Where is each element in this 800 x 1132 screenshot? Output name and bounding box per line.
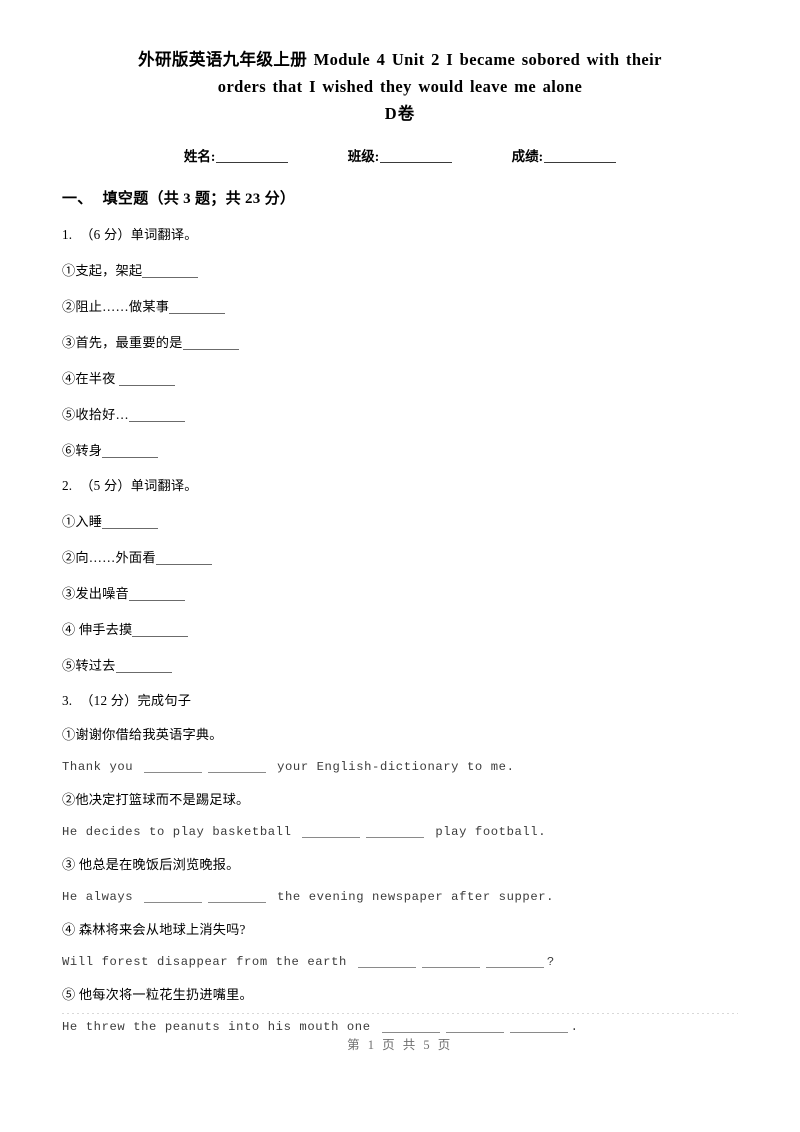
sentence-4-before: Will forest disappear from the earth — [62, 955, 347, 969]
question-1-text: （6 分）单词翻译。 — [80, 227, 198, 242]
question-2-item-3-text: ③发出噪音 — [62, 586, 129, 601]
section-title: 填空题（共 3 题；共 23 分） — [102, 191, 296, 207]
answer-blank[interactable] — [155, 564, 212, 565]
sentence-3-before: He always — [62, 890, 134, 904]
answer-blank[interactable] — [115, 672, 172, 673]
question-3-prompt-2: ②他决定打篮球而不是踢足球。 — [62, 792, 250, 807]
question-3-sentence-5: He threw the peanuts into his mouth one … — [62, 1020, 738, 1034]
score-blank[interactable] — [544, 162, 617, 163]
page-title: 外研版英语九年级上册 Module 4 Unit 2 I became sobo… — [62, 0, 738, 127]
question-1-item-4-text: ④在半夜 — [62, 371, 120, 386]
sentence-3-after: the evening newspaper after supper. — [277, 890, 555, 904]
question-2-item-5: ⑤转过去 — [62, 655, 738, 674]
answer-blank[interactable] — [144, 772, 203, 773]
question-3-prompt-3: ③ 他总是在晚饭后浏览晚报。 — [62, 857, 240, 872]
question-2-text: （5 分）单词翻译。 — [80, 478, 198, 493]
question-3-prompt-4: ④ 森林将来会从地球上消失吗? — [62, 922, 246, 937]
question-1-item-6-text: ⑥转身 — [62, 443, 103, 458]
class-field[interactable]: 班级: — [348, 145, 453, 165]
sentence-5-before: He threw the peanuts into his mouth one — [62, 1020, 371, 1034]
question-3: 3. （12 分）完成句子 ①谢谢你借给我英语字典。 Thank you your… — [62, 690, 738, 1034]
question-3-prompt-1: ①谢谢你借给我英语字典。 — [62, 727, 223, 742]
question-1-item-5: ⑤收拾好… — [62, 404, 738, 423]
question-1-item-2-text: ②阻止……做某事 — [62, 299, 170, 314]
answer-blank[interactable] — [182, 349, 239, 350]
question-list: 1. （6 分）单词翻译。 ①支起，架起 ②阻止……做某事 ③首先，最重要的是 ④… — [62, 224, 738, 1034]
score-label: 成绩: — [511, 149, 544, 164]
name-blank[interactable] — [216, 162, 289, 163]
sentence-5-after: . — [570, 1020, 579, 1034]
question-1-number: 1. — [62, 227, 73, 242]
answer-blank[interactable] — [485, 967, 544, 968]
page-title-line-2: orders that I wished they would leave me… — [217, 77, 583, 96]
question-2-item-4-text: ④ 伸手去摸 — [62, 622, 133, 637]
question-3-sentence-3: He always the evening newspaper after su… — [62, 890, 738, 904]
page-title-line-3: D卷 — [384, 104, 416, 123]
question-2-stem: 2. （5 分）单词翻译。 — [62, 475, 738, 494]
question-1-item-1: ①支起，架起 — [62, 260, 738, 279]
answer-blank[interactable] — [509, 1032, 568, 1033]
question-3-prompt-5: ⑤ 他每次将一粒花生扔进嘴里。 — [62, 987, 253, 1002]
answer-blank[interactable] — [128, 600, 185, 601]
question-3-number: 3. — [62, 693, 73, 708]
footer-divider — [62, 1013, 738, 1014]
student-info-bar: 姓名: 班级: 成绩: — [62, 145, 738, 165]
question-3-text: （12 分）完成句子 — [80, 693, 192, 708]
sentence-2-before: He decides to play basketball — [62, 825, 292, 839]
answer-blank[interactable] — [421, 967, 480, 968]
sentence-1-after: your English-dictionary to me. — [277, 760, 515, 774]
question-1: 1. （6 分）单词翻译。 ①支起，架起 ②阻止……做某事 ③首先，最重要的是 ④… — [62, 224, 738, 459]
question-1-item-3-text: ③首先，最重要的是 — [62, 335, 183, 350]
sentence-1-before: Thank you — [62, 760, 134, 774]
answer-blank[interactable] — [119, 385, 176, 386]
sentence-2-after: play football. — [435, 825, 547, 839]
score-field[interactable]: 成绩: — [512, 145, 617, 165]
answer-blank[interactable] — [357, 967, 416, 968]
question-1-item-2: ②阻止……做某事 — [62, 296, 738, 315]
question-3-sentence-1: Thank you your English-dictionary to me. — [62, 760, 738, 774]
class-label: 班级: — [347, 149, 380, 164]
answer-blank[interactable] — [208, 902, 267, 903]
question-3-sentence-2: He decides to play basketball play footb… — [62, 825, 738, 839]
sentence-4-after: ? — [546, 955, 555, 969]
answer-blank[interactable] — [208, 772, 267, 773]
class-blank[interactable] — [380, 162, 453, 163]
section-heading: 一、 填空题（共 3 题；共 23 分） — [62, 187, 738, 208]
question-1-stem: 1. （6 分）单词翻译。 — [62, 224, 738, 243]
answer-blank[interactable] — [302, 837, 361, 838]
question-2-number: 2. — [62, 478, 73, 493]
answer-blank[interactable] — [128, 421, 185, 422]
section-number: 一、 — [62, 191, 93, 207]
answer-blank[interactable] — [132, 636, 189, 637]
question-1-item-6: ⑥转身 — [62, 440, 738, 459]
question-3-sentence-4: Will forest disappear from the earth ? — [62, 955, 738, 969]
name-label: 姓名: — [183, 149, 216, 164]
answer-blank[interactable] — [142, 277, 199, 278]
question-2-item-1-text: ①入睡 — [62, 514, 103, 529]
answer-blank[interactable] — [366, 837, 425, 838]
question-1-item-1-text: ①支起，架起 — [62, 263, 143, 278]
question-1-item-3: ③首先，最重要的是 — [62, 332, 738, 351]
question-2-item-4: ④ 伸手去摸 — [62, 619, 738, 638]
question-2-item-1: ①入睡 — [62, 511, 738, 530]
question-3-stem: 3. （12 分）完成句子 — [62, 690, 738, 709]
question-2-item-5-text: ⑤转过去 — [62, 658, 116, 673]
answer-blank[interactable] — [102, 528, 159, 529]
question-1-item-4: ④在半夜 — [62, 368, 738, 387]
answer-blank[interactable] — [445, 1032, 504, 1033]
question-2-item-2: ②向……外面看 — [62, 547, 738, 566]
answer-blank[interactable] — [102, 457, 159, 458]
question-2: 2. （5 分）单词翻译。 ①入睡 ②向……外面看 ③发出噪音 ④ 伸手去摸 ⑤转… — [62, 475, 738, 674]
page-footer: 第 1 页 共 5 页 — [347, 1038, 453, 1052]
exam-page: 外研版英语九年级上册 Module 4 Unit 2 I became sobo… — [0, 0, 800, 1132]
question-2-item-3: ③发出噪音 — [62, 583, 738, 602]
question-1-item-5-text: ⑤收拾好… — [62, 407, 129, 422]
name-field[interactable]: 姓名: — [184, 145, 289, 165]
question-2-item-2-text: ②向……外面看 — [62, 550, 156, 565]
answer-blank[interactable] — [144, 902, 203, 903]
answer-blank[interactable] — [169, 313, 226, 314]
page-title-line-1: 外研版英语九年级上册 Module 4 Unit 2 I became sobo… — [138, 50, 662, 69]
answer-blank[interactable] — [381, 1032, 440, 1033]
